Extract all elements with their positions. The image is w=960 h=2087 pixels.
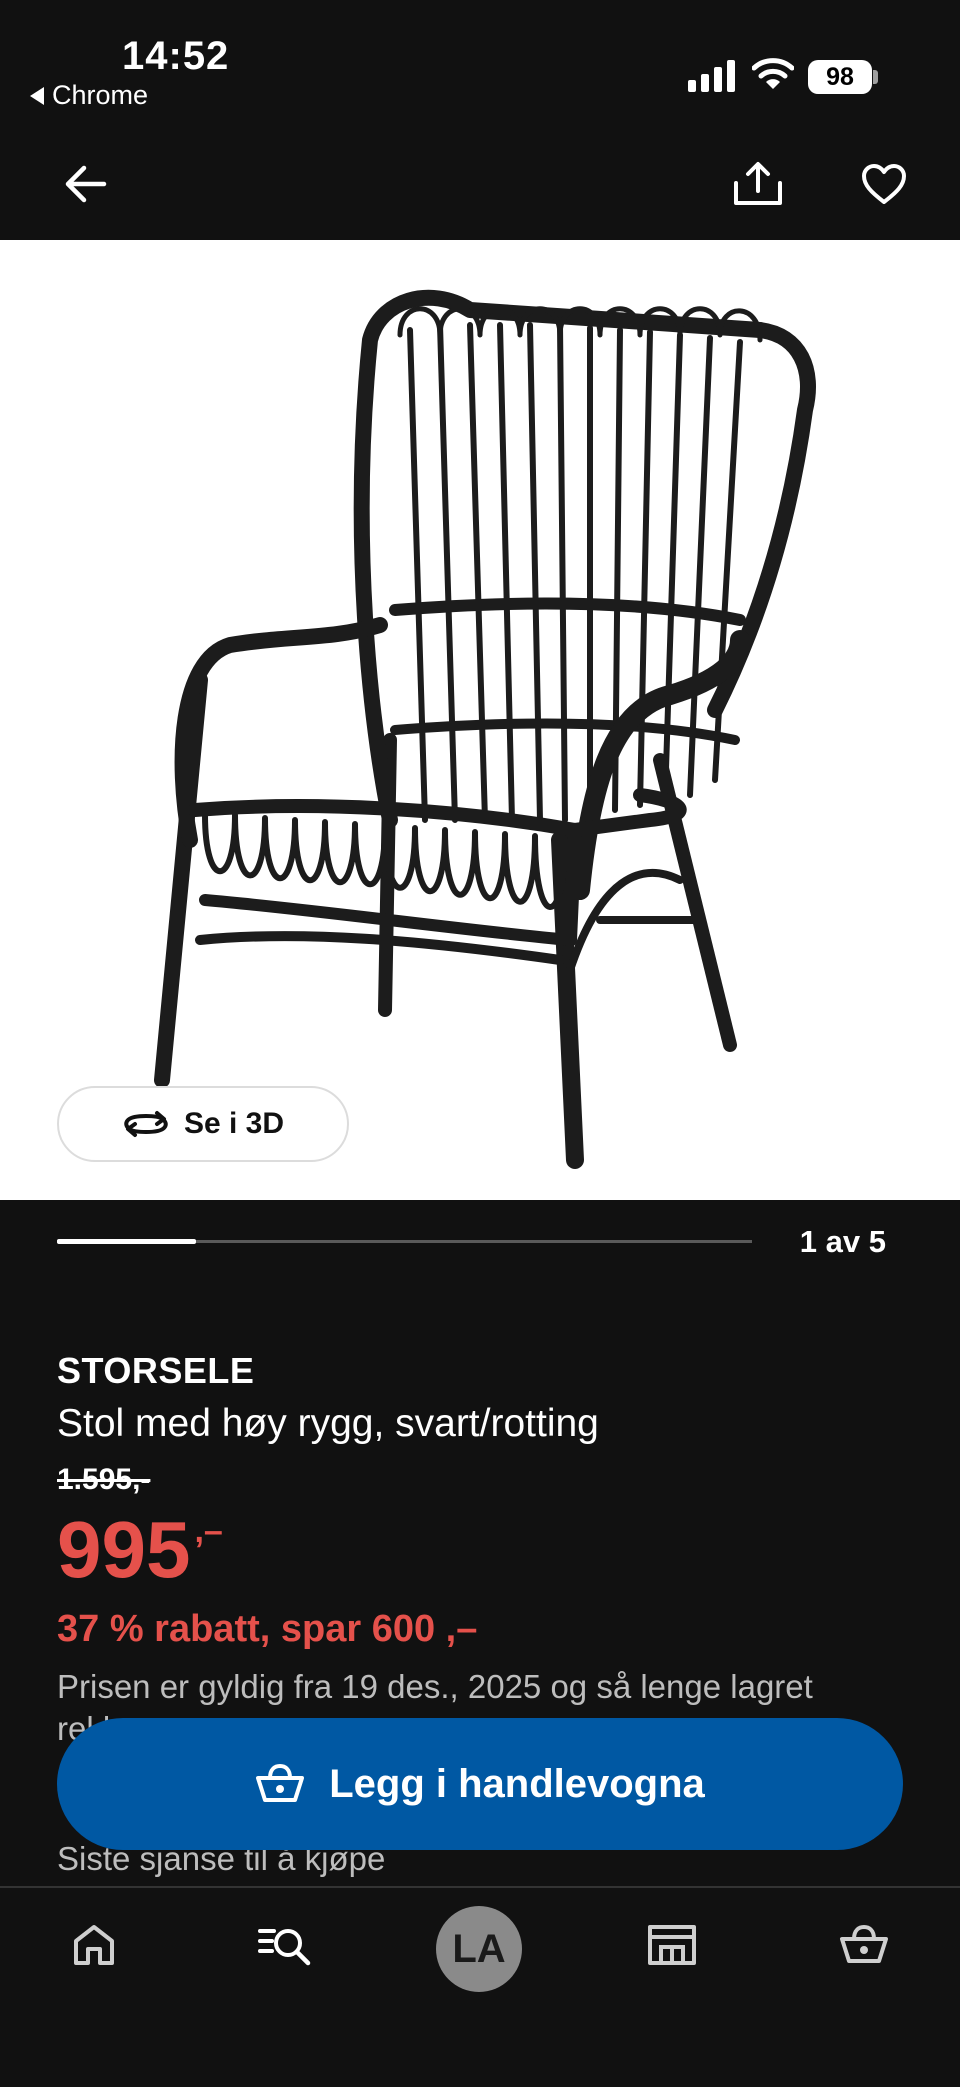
see-in-3d-label: Se i 3D (183, 1107, 285, 1140)
product-brand: STORSELE (57, 1350, 255, 1391)
search-list-icon (258, 1929, 311, 1966)
price-value: 995 (57, 1505, 191, 1594)
status-time: 14:52 (122, 34, 230, 78)
tab-search[interactable] (246, 1915, 326, 1975)
old-price: 1.595,- (57, 1463, 151, 1496)
avatar[interactable]: LA (436, 1906, 522, 1992)
see-in-3d-button[interactable]: Se i 3D (57, 1086, 349, 1162)
back-to-app-link[interactable]: Chrome (30, 80, 148, 111)
heart-icon (862, 164, 906, 204)
battery-indicator: 98 (808, 60, 872, 94)
home-icon (74, 1925, 114, 1965)
tab-basket[interactable] (824, 1915, 904, 1975)
basket-icon (256, 1764, 305, 1802)
basket-icon (840, 1925, 888, 1963)
share-button[interactable] (726, 152, 790, 216)
gallery-progress-bar (57, 1239, 752, 1244)
product-image[interactable] (0, 240, 960, 1200)
cellular-signal-icon (688, 60, 735, 92)
gallery-progress-fill (57, 1239, 196, 1244)
store-icon (648, 1925, 696, 1965)
add-to-cart-button[interactable]: Legg i handlevogna (57, 1718, 903, 1850)
arrow-left-icon (65, 165, 107, 203)
product-description: Stol med høy rygg, svart/rotting (57, 1402, 599, 1445)
add-to-cart-label: Legg i handlevogna (329, 1761, 705, 1806)
rotate-3d-icon (124, 1111, 168, 1137)
battery-tip (873, 70, 878, 84)
price-suffix: ,– (194, 1512, 223, 1550)
discount-text: 37 % rabatt, spar 600 ,– (57, 1608, 478, 1650)
chair-image (154, 289, 816, 1169)
back-button[interactable] (54, 152, 118, 216)
top-nav-bar (0, 120, 960, 240)
back-app-label: Chrome (52, 80, 149, 110)
back-triangle-icon (30, 86, 44, 105)
tab-home[interactable] (54, 1915, 134, 1975)
wifi-icon (752, 58, 794, 89)
gallery-counter: 1 av 5 (799, 1224, 886, 1259)
share-icon (734, 162, 782, 205)
tab-store[interactable] (632, 1915, 712, 1975)
favorite-button[interactable] (852, 152, 916, 216)
current-price: 995 ,– (57, 1510, 223, 1590)
